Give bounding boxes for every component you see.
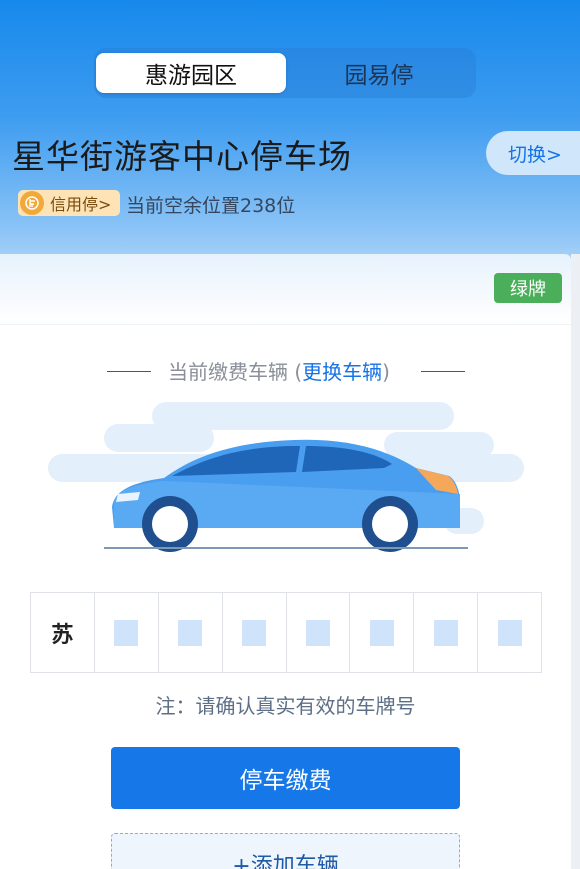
plate-province: 苏	[51, 622, 74, 648]
tab-yuanyi-parking[interactable]: 园易停	[284, 53, 474, 93]
plate-char-cell[interactable]	[95, 593, 159, 672]
scrollbar[interactable]	[571, 254, 580, 869]
plate-char-cell[interactable]	[414, 593, 479, 672]
available-spaces: 当前空余位置238位	[126, 195, 296, 217]
plate-char-cell[interactable]	[159, 593, 223, 672]
plate-char-cell[interactable]	[478, 593, 541, 672]
parking-lot-name: 星华街游客中心停车场	[12, 137, 352, 176]
plate-char-placeholder	[433, 619, 458, 646]
add-vehicle-button[interactable]: +添加车辆	[111, 833, 460, 869]
switch-lot-button[interactable]: 切换>	[486, 131, 580, 175]
plate-char-cell[interactable]	[350, 593, 415, 672]
vehicle-title-text: 当前缴费车辆 (更换车辆)	[168, 356, 390, 385]
plate-char-placeholder	[305, 619, 330, 646]
vehicle-title-suffix: )	[382, 360, 390, 384]
credit-parking-badge[interactable]: 信用停>	[18, 190, 120, 216]
plate-char-placeholder	[369, 619, 394, 646]
divider-left	[107, 371, 151, 372]
divider-right	[421, 371, 465, 372]
plate-province-cell[interactable]: 苏	[31, 593, 95, 672]
plate-type-badge: 绿牌	[494, 273, 562, 303]
car-illustration	[44, 402, 528, 557]
vehicle-section-title: 当前缴费车辆 (更换车辆)	[0, 356, 571, 386]
parking-pay-button[interactable]: 停车缴费	[111, 747, 460, 809]
plate-char-placeholder	[114, 619, 139, 646]
app-tabs: 惠游园区 园易停	[94, 48, 476, 98]
change-vehicle-link[interactable]: 更换车辆	[302, 360, 382, 384]
credit-icon	[20, 191, 44, 215]
plate-number-input[interactable]: 苏	[30, 592, 542, 673]
credit-label: 信用停>	[50, 195, 112, 214]
plate-char-cell[interactable]	[223, 593, 287, 672]
plate-note: 注：请确认真实有效的车牌号	[155, 694, 416, 718]
vehicle-title-prefix: 当前缴费车辆 (	[168, 360, 303, 384]
plate-char-placeholder	[497, 619, 522, 646]
tab-huiyou-park[interactable]: 惠游园区	[96, 53, 286, 93]
plate-char-cell[interactable]	[287, 593, 351, 672]
plate-char-placeholder	[242, 619, 267, 646]
plate-char-placeholder	[178, 619, 203, 646]
